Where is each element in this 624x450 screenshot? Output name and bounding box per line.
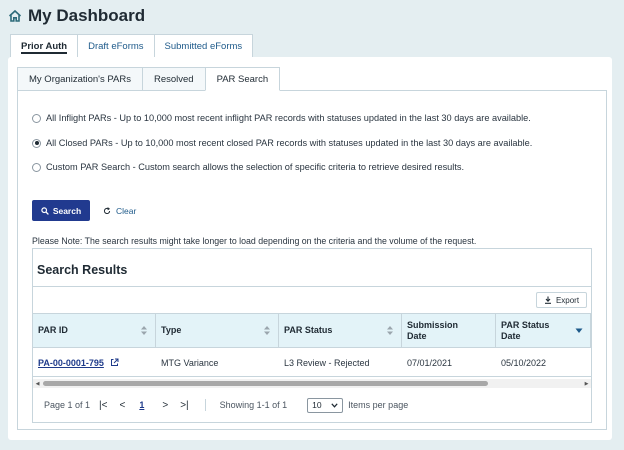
home-icon [8,9,22,22]
page-header: My Dashboard [8,6,145,26]
tab-my-organizations-pars[interactable]: My Organization's PARs [17,67,143,91]
last-page-button[interactable]: >| [180,400,188,411]
page-indicator: Page 1 of 1 [44,400,91,410]
radio-label: Custom PAR Search - Custom search allows… [46,162,465,172]
par-id-link[interactable]: PA-00-0001-795 [38,358,104,368]
page-title: My Dashboard [28,6,146,25]
tab-par-search[interactable]: PAR Search [204,67,281,91]
radio-button[interactable] [32,162,41,172]
sort-icon[interactable] [386,325,394,336]
search-button-label: Search [52,205,82,216]
sort-icon[interactable] [140,325,148,336]
column-header-submission-date[interactable]: Submission Date [402,313,496,348]
column-header-type[interactable]: Type [156,313,279,348]
export-button-label: Export [555,295,580,305]
radio-option-inflight[interactable]: All Inflight PARs - Up to 10,000 most re… [32,111,531,125]
column-header-par-id[interactable]: PAR ID [33,313,156,348]
results-title: Search Results [37,263,128,277]
tab-resolved[interactable]: Resolved [141,67,206,91]
scroll-left-icon[interactable]: ◀ [33,379,42,388]
radio-option-closed[interactable]: All Closed PARs - Up to 10,000 most rece… [32,136,532,150]
items-per-page-select[interactable]: 10 [307,397,344,413]
column-header-par-status-date[interactable]: PAR Status Date [496,313,591,348]
column-label: Type [161,325,182,335]
cell-par-status-date: 05/10/2022 [501,357,547,368]
table-row: PA-00-0001-795 [33,349,156,376]
clear-button-label: Clear [116,205,137,216]
column-header-par-status[interactable]: PAR Status [279,313,402,348]
cell-par-status: L3 Review - Rejected [284,357,370,368]
cell-type: MTG Variance [161,357,219,368]
download-icon [544,296,551,304]
scrollbar-thumb[interactable] [43,381,488,386]
top-tab-bar: Prior Auth Draft eForms Submitted eForms [10,34,254,57]
column-label: PAR Status [284,325,333,335]
radio-label: All Closed PARs - Up to 10,000 most rece… [46,138,533,148]
pagination: Page 1 of 1 |< < 1 > >| Showing 1-1 of 1… [44,397,409,413]
external-link-icon[interactable] [110,358,119,367]
scroll-right-icon[interactable]: ▶ [582,379,591,388]
tab-prior-auth[interactable]: Prior Auth [10,34,79,57]
clear-button[interactable]: Clear [103,200,136,221]
column-label: PAR ID [38,325,68,335]
search-note: Please Note: The search results might ta… [32,236,477,246]
radio-button[interactable] [32,113,41,123]
next-page-button[interactable]: > [162,400,168,411]
first-page-button[interactable]: |< [99,400,107,411]
cell-submission-date: 07/01/2021 [407,357,453,368]
column-label: Submission Date [407,319,459,341]
divider [33,286,591,287]
export-button[interactable]: Export [536,292,587,308]
chevron-down-icon [331,402,338,408]
column-label: PAR Status Date [501,319,550,341]
radio-label: All Inflight PARs - Up to 10,000 most re… [46,113,531,123]
items-per-page-value: 10 [312,400,322,410]
sub-tab-bar: My Organization's PARs Resolved PAR Sear… [17,67,281,91]
tab-draft-eforms[interactable]: Draft eForms [77,34,155,57]
previous-page-button[interactable]: < [119,400,125,411]
tab-submitted-eforms[interactable]: Submitted eForms [153,34,254,57]
sort-icon[interactable] [263,325,271,336]
refresh-icon [103,206,111,214]
search-icon [41,206,49,215]
radio-option-custom[interactable]: Custom PAR Search - Custom search allows… [32,160,464,174]
row-divider [33,376,591,377]
page-number-current[interactable]: 1 [139,400,144,410]
pagination-divider [204,399,206,411]
search-button[interactable]: Search [32,200,90,221]
radio-button[interactable] [32,138,41,148]
items-per-page-label: Items per page [348,400,409,410]
sort-descending-icon[interactable] [575,325,583,336]
showing-count: Showing 1-1 of 1 [219,400,288,410]
